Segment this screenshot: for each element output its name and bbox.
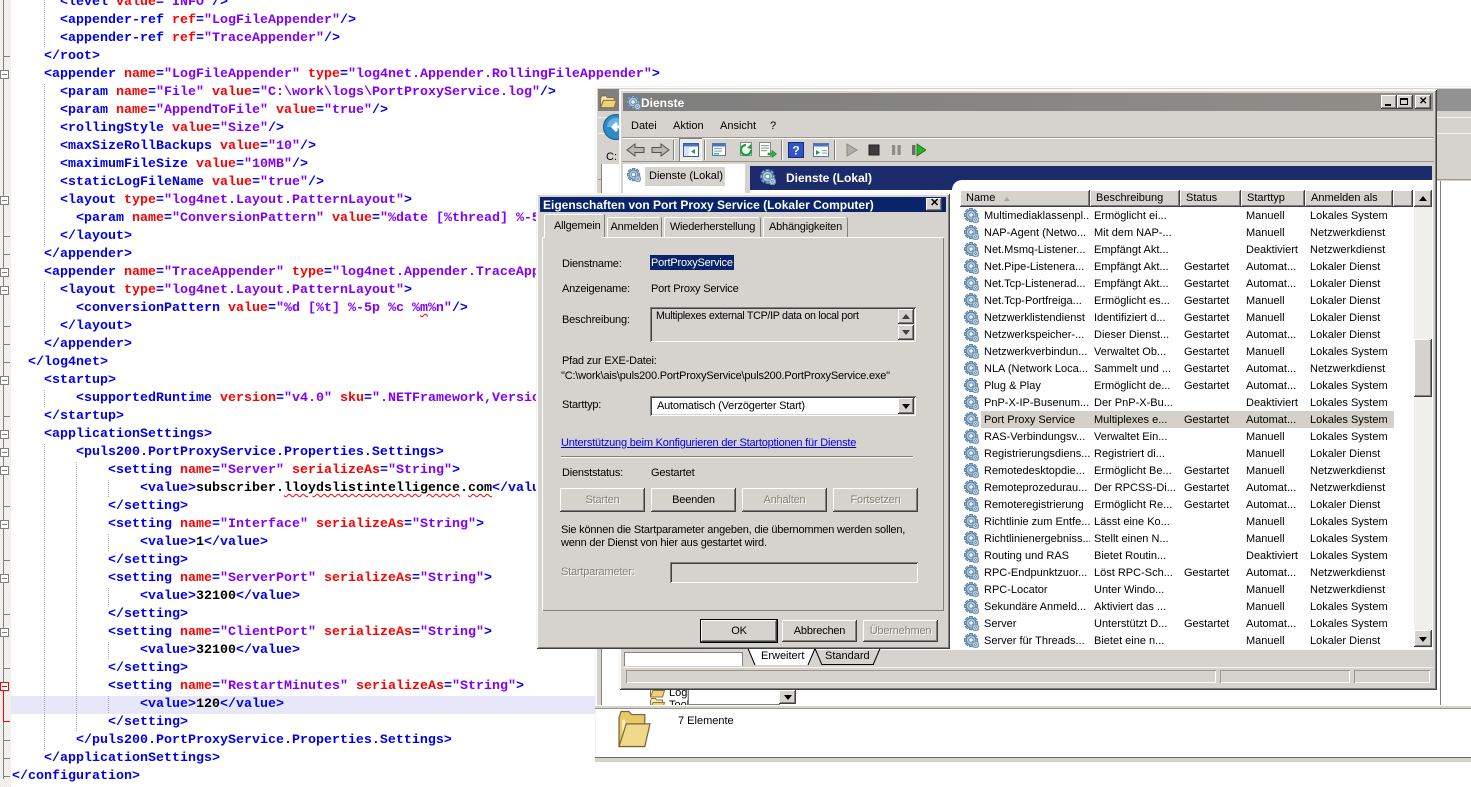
- svg-text:?: ?: [792, 144, 799, 158]
